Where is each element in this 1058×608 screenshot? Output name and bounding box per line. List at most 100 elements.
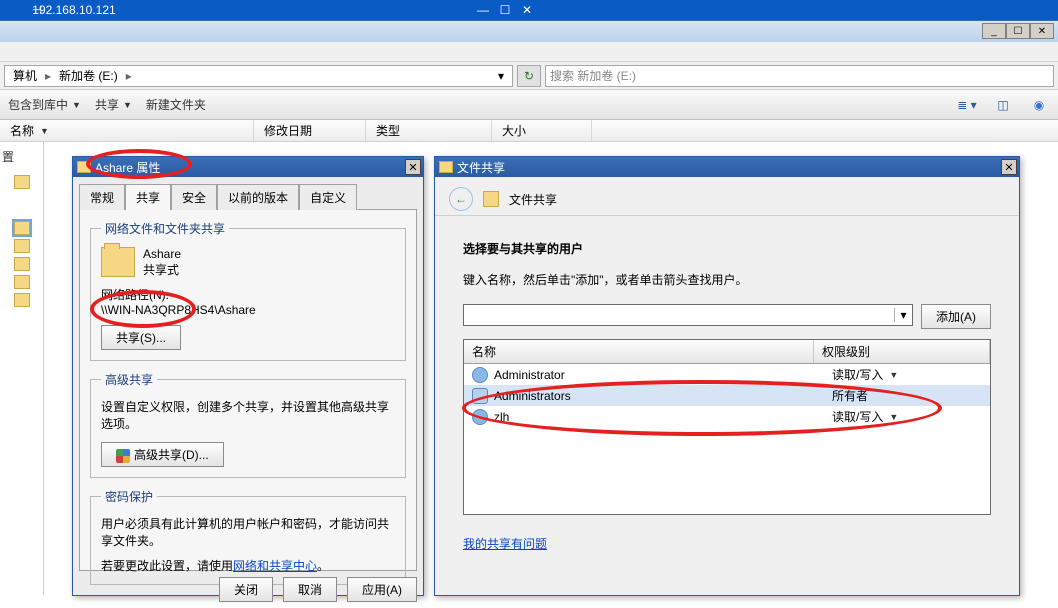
share-name: Ashare (143, 247, 181, 261)
instructions: 键入名称，然后单击"添加"，或者单击箭头查找用户。 (463, 271, 991, 288)
tab-share[interactable]: 共享 (125, 184, 171, 210)
user-combo[interactable]: ▾ (463, 304, 913, 326)
tab-strip: 常规 共享 安全 以前的版本 自定义 (73, 177, 423, 209)
explorer-window: 算机 ▸ 新加卷 (E:) ▸ ▾ ↻ 搜索 新加卷 (E:) 包含到库中 ▼ … (0, 42, 1058, 595)
tab-custom[interactable]: 自定义 (299, 184, 357, 210)
user-icon (472, 388, 488, 404)
advanced-desc: 设置自定义权限，创建多个共享，并设置其他高级共享选项。 (101, 398, 395, 432)
refresh-button[interactable]: ↻ (517, 65, 541, 87)
address-bar-row: 算机 ▸ 新加卷 (E:) ▸ ▾ ↻ 搜索 新加卷 (E:) (0, 62, 1058, 90)
password-desc: 用户必须具有此计算机的用户帐户和密码，才能访问共享文件夹。 (101, 515, 395, 549)
share-button[interactable]: 共享(S)... (101, 325, 181, 350)
rdp-host: 192.168.10.121 (0, 3, 472, 17)
share-menu[interactable]: 共享 ▼ (95, 96, 132, 113)
breadcrumb[interactable]: 算机 ▸ 新加卷 (E:) ▸ ▾ (4, 65, 513, 87)
network-center-link[interactable]: 网络和共享中心 (233, 559, 317, 573)
table-header[interactable]: 名称 权限级别 (464, 340, 990, 364)
search-input[interactable]: 搜索 新加卷 (E:) (545, 65, 1054, 87)
advanced-share-button[interactable]: 高级共享(D)... (101, 442, 224, 467)
folder-icon (77, 161, 91, 173)
navigation-pane[interactable]: 置 (0, 142, 44, 595)
network-path-label: 网络路径(N): (101, 286, 395, 303)
network-path-value: \\WIN-NA3QRP8HS4\Ashare (101, 303, 395, 317)
user-icon (472, 367, 488, 383)
breadcrumb-current[interactable]: 新加卷 (E:) (55, 67, 122, 84)
folder-icon[interactable] (14, 239, 30, 253)
user-input[interactable] (464, 308, 894, 322)
search-placeholder: 搜索 新加卷 (E:) (550, 67, 636, 84)
dropdown-icon[interactable]: ▾ (894, 308, 912, 322)
dropdown-icon[interactable]: ▾ (494, 69, 508, 83)
dialog-buttons: 关闭 取消 应用(A) (73, 571, 423, 608)
organize-menu[interactable]: 包含到库中 ▼ (8, 96, 81, 113)
tab-general[interactable]: 常规 (79, 184, 125, 210)
close-button[interactable]: ✕ (1001, 159, 1017, 175)
properties-dialog: Ashare 属性 ✕ 常规 共享 安全 以前的版本 自定义 网络文件和文件夹共… (72, 156, 424, 596)
permissions-table: 名称 权限级别 Administrator读取/写入 ▼Administrato… (463, 339, 991, 515)
win-close-icon[interactable]: ✕ (1030, 23, 1054, 39)
permission-level[interactable]: 所有者 (832, 387, 982, 404)
command-bar: 包含到库中 ▼ 共享 ▼ 新建文件夹 ≣ ▾ ◫ ◉ (0, 90, 1058, 120)
view-options-icon[interactable]: ≣ ▾ (956, 96, 978, 114)
rdp-title-bar: ⊣ 192.168.10.121 — ☐ ✕ (0, 0, 1058, 20)
group-advanced-share: 高级共享 设置自定义权限，创建多个共享，并设置其他高级共享选项。 高级共享(D)… (90, 371, 406, 478)
folder-icon[interactable] (14, 257, 30, 271)
share-icon (439, 161, 453, 173)
permission-level[interactable]: 读取/写入 ▼ (832, 408, 982, 425)
breadcrumb-parent[interactable]: 算机 (9, 67, 41, 84)
preview-pane-icon[interactable]: ◫ (992, 96, 1014, 114)
table-row[interactable]: Administrator 读取/写入 ▼ (464, 364, 990, 385)
user-name: Administrator (494, 368, 826, 382)
wizard-header: ← 文件共享 (435, 177, 1019, 216)
chevron-right-icon[interactable]: ▸ (41, 69, 55, 83)
close-button[interactable]: 关闭 (219, 577, 273, 602)
user-name: zlh (494, 410, 826, 424)
dialog-title-bar[interactable]: Ashare 属性 ✕ (73, 157, 423, 177)
share-state: 共享式 (143, 261, 181, 278)
col-date: 修改日期 (254, 120, 366, 141)
new-folder-button[interactable]: 新建文件夹 (146, 96, 206, 113)
folder-icon[interactable] (14, 275, 30, 289)
dropdown-icon[interactable]: ▼ (889, 370, 898, 380)
add-button[interactable]: 添加(A) (921, 304, 991, 329)
help-link[interactable]: 我的共享有问题 (463, 537, 547, 551)
dialog-title-bar[interactable]: 文件共享 ✕ (435, 157, 1019, 177)
chevron-right-icon[interactable]: ▸ (122, 69, 136, 83)
permission-level[interactable]: 读取/写入 ▼ (832, 366, 982, 383)
wizard-title: 文件共享 (509, 191, 557, 208)
folder-icon (101, 247, 135, 277)
help-icon[interactable]: ◉ (1028, 96, 1050, 114)
user-name: Administrators (494, 389, 826, 403)
minimize-icon[interactable]: — (472, 1, 494, 19)
win-max-icon[interactable]: ☐ (1006, 23, 1030, 39)
table-row[interactable]: zlh 读取/写入 ▼ (464, 406, 990, 427)
dialog-title: 文件共享 (457, 159, 505, 176)
col-size: 大小 (492, 120, 592, 141)
file-sharing-dialog: 文件共享 ✕ ← 文件共享 选择要与其共享的用户 键入名称，然后单击"添加"，或… (434, 156, 1020, 596)
tab-security[interactable]: 安全 (171, 184, 217, 210)
share-icon (483, 191, 499, 207)
apply-button[interactable]: 应用(A) (347, 577, 417, 602)
dropdown-icon[interactable]: ▼ (889, 412, 898, 422)
group-network-share: 网络文件和文件夹共享 Ashare 共享式 网络路径(N): \\WIN-NA3… (90, 220, 406, 361)
table-row[interactable]: Administrators 所有者 (464, 385, 990, 406)
back-button[interactable]: ← (449, 187, 473, 211)
column-headers[interactable]: 名称 ▼ 修改日期 类型 大小 (0, 120, 1058, 142)
menu-bar[interactable] (0, 42, 1058, 62)
folder-icon[interactable] (14, 175, 30, 189)
col-type: 类型 (366, 120, 492, 141)
cancel-button[interactable]: 取消 (283, 577, 337, 602)
explorer-window-chrome: _ ☐ ✕ (0, 20, 1058, 42)
tab-body: 网络文件和文件夹共享 Ashare 共享式 网络路径(N): \\WIN-NA3… (79, 209, 417, 571)
folder-icon[interactable] (14, 293, 30, 307)
folder-icon[interactable] (14, 221, 30, 235)
close-icon[interactable]: ✕ (516, 1, 538, 19)
shield-icon (116, 449, 130, 463)
close-button[interactable]: ✕ (405, 159, 421, 175)
tab-previous[interactable]: 以前的版本 (217, 184, 299, 210)
restore-icon[interactable]: ☐ (494, 1, 516, 19)
subtitle: 选择要与其共享的用户 (463, 240, 991, 257)
col-name: 名称 ▼ (0, 120, 254, 141)
win-min-icon[interactable]: _ (982, 23, 1006, 39)
user-icon (472, 409, 488, 425)
